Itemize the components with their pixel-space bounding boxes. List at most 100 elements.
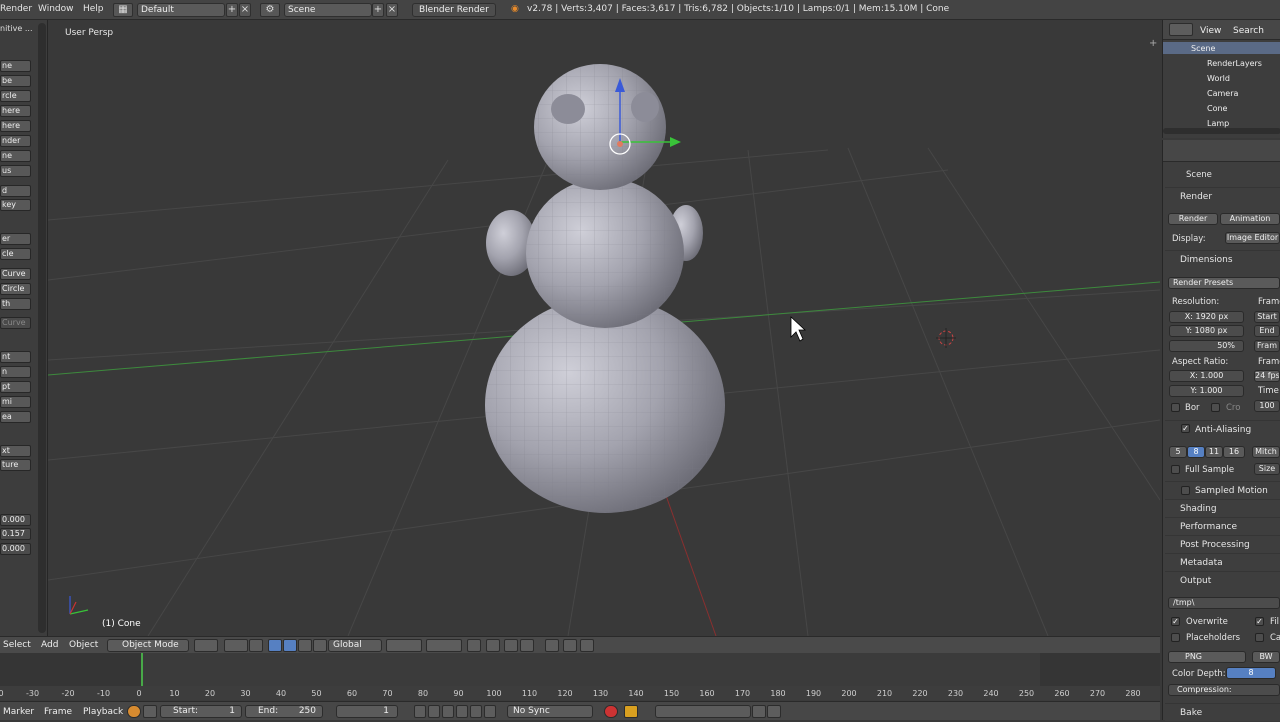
aa-11[interactable]: 11 — [1205, 446, 1223, 458]
view-expand-icon[interactable]: + — [1149, 38, 1157, 49]
tool-item[interactable]: er — [0, 233, 31, 245]
time-remap-field[interactable]: 100 — [1254, 400, 1280, 412]
scene-item[interactable]: Scene — [1191, 44, 1215, 53]
aa-8[interactable]: 8 — [1187, 446, 1205, 458]
file-format-select[interactable]: PNG — [1168, 651, 1246, 663]
cache-checkbox[interactable] — [1255, 633, 1264, 642]
aa-16[interactable]: 16 — [1223, 446, 1245, 458]
auto-key-icon[interactable] — [604, 705, 618, 718]
delete-key-icon[interactable] — [767, 705, 781, 718]
file-extensions-checkbox[interactable]: ✓ — [1255, 617, 1264, 626]
value-field[interactable]: 0.000 — [0, 514, 31, 526]
play-reverse-icon[interactable] — [442, 705, 454, 718]
tool-item[interactable]: Curve — [0, 268, 31, 280]
animation-button[interactable]: Animation — [1220, 213, 1280, 225]
tool-item[interactable]: ne — [0, 150, 31, 162]
motion-blur-checkbox[interactable] — [1181, 486, 1190, 495]
jump-key-forward-icon[interactable] — [470, 705, 482, 718]
tab-strip[interactable] — [38, 23, 46, 633]
keying-set-field[interactable] — [655, 705, 751, 718]
frame-start[interactable]: Start — [1254, 311, 1280, 323]
render-preview-icon[interactable] — [545, 639, 559, 652]
overwrite-checkbox[interactable]: ✓ — [1171, 617, 1180, 626]
orientation-select[interactable]: Global — [328, 639, 382, 652]
color-depth-8[interactable]: 8 — [1226, 667, 1276, 679]
opengl-anim-icon[interactable] — [580, 639, 594, 652]
menu-object[interactable]: Object — [69, 640, 98, 650]
output-panel[interactable]: Output — [1165, 571, 1280, 589]
border-checkbox[interactable] — [1171, 403, 1180, 412]
aspect-x[interactable]: X: 1.000 — [1169, 370, 1244, 382]
tool-item[interactable]: cle — [0, 248, 31, 260]
3d-viewport[interactable] — [48, 20, 1160, 636]
post-processing-panel[interactable]: Post Processing — [1165, 535, 1280, 553]
bake-panel[interactable]: Bake — [1165, 703, 1280, 721]
menu-add[interactable]: Add — [41, 640, 58, 650]
aa-5[interactable]: 5 — [1169, 446, 1187, 458]
camera-item[interactable]: Camera — [1207, 89, 1238, 98]
start-frame-field[interactable]: Start: 1 — [160, 705, 242, 718]
end-frame-field[interactable]: End: 250 — [245, 705, 323, 718]
menu-playback[interactable]: Playback — [83, 707, 123, 717]
placeholders-checkbox[interactable] — [1171, 633, 1180, 642]
editor-type-icon[interactable] — [1169, 23, 1193, 36]
scale-icon[interactable] — [298, 639, 312, 652]
aa-filter-select[interactable]: Mitch — [1252, 446, 1280, 458]
render-panel[interactable]: Render — [1165, 187, 1280, 205]
keying-set-icon[interactable] — [624, 705, 638, 718]
tool-item[interactable]: ne — [0, 60, 31, 72]
tool-item[interactable]: mi — [0, 396, 31, 408]
menu-marker[interactable]: Marker — [3, 707, 34, 717]
metadata-panel[interactable]: Metadata — [1165, 553, 1280, 571]
tool-item[interactable]: n — [0, 366, 31, 378]
current-frame-field[interactable]: 1 — [336, 705, 398, 718]
menu-render[interactable]: Render — [0, 4, 32, 14]
outliner-scrollbar[interactable] — [1163, 128, 1280, 134]
value-field[interactable]: 0.000 — [0, 543, 31, 555]
manip-extra-icon[interactable] — [313, 639, 327, 652]
layers-grid-left[interactable] — [386, 639, 422, 652]
pivot-point-icon[interactable] — [224, 639, 248, 652]
viewport-shading-icon[interactable] — [194, 639, 218, 652]
tool-item[interactable]: key — [0, 199, 31, 211]
menu-frame[interactable]: Frame — [44, 707, 72, 717]
dimensions-panel[interactable]: Dimensions — [1165, 250, 1280, 268]
output-path-field[interactable]: /tmp\ — [1168, 597, 1280, 609]
tool-item[interactable]: th — [0, 298, 31, 310]
add-layout-icon[interactable]: + — [226, 3, 238, 17]
render-button[interactable]: Render — [1168, 213, 1218, 225]
tool-item[interactable]: Curve — [0, 317, 31, 329]
play-icon[interactable] — [456, 705, 468, 718]
tool-item[interactable]: rcle — [0, 90, 31, 102]
insert-key-icon[interactable] — [752, 705, 766, 718]
snap-icon[interactable] — [504, 639, 518, 652]
screen-layout-field[interactable]: Default — [137, 3, 225, 17]
filter-size-field[interactable]: Size — [1254, 463, 1280, 475]
display-select[interactable]: Image Editor — [1225, 232, 1280, 244]
tool-item[interactable]: nder — [0, 135, 31, 147]
renderlayers-item[interactable]: RenderLayers — [1207, 59, 1262, 68]
fps-select[interactable]: 24 fps — [1254, 370, 1280, 382]
value-field[interactable]: 0.157 — [0, 528, 31, 540]
tool-item[interactable]: ture — [0, 459, 31, 471]
tool-item[interactable]: Circle — [0, 283, 31, 295]
shading-panel[interactable]: Shading — [1165, 499, 1280, 517]
resolution-y[interactable]: Y: 1080 px — [1169, 325, 1244, 337]
cone-item[interactable]: Cone — [1207, 104, 1227, 113]
jump-key-back-icon[interactable] — [428, 705, 440, 718]
menu-help[interactable]: Help — [83, 4, 104, 14]
preview-range-icon[interactable] — [143, 705, 157, 718]
opengl-render-icon[interactable] — [563, 639, 577, 652]
full-sample-checkbox[interactable] — [1171, 465, 1180, 474]
scene-icon[interactable]: ⚙ — [260, 3, 280, 17]
record-icon[interactable] — [127, 705, 141, 718]
resolution-percent[interactable]: 50% — [1169, 340, 1244, 352]
menu-search[interactable]: Search — [1233, 26, 1264, 36]
scene-field[interactable]: Scene — [284, 3, 372, 17]
aa-checkbox[interactable]: ✓ — [1181, 424, 1190, 433]
jump-end-icon[interactable] — [484, 705, 496, 718]
menu-view[interactable]: View — [1200, 26, 1221, 36]
frame-end[interactable]: End — [1254, 325, 1280, 337]
aspect-y[interactable]: Y: 1.000 — [1169, 385, 1244, 397]
world-item[interactable]: World — [1207, 74, 1230, 83]
